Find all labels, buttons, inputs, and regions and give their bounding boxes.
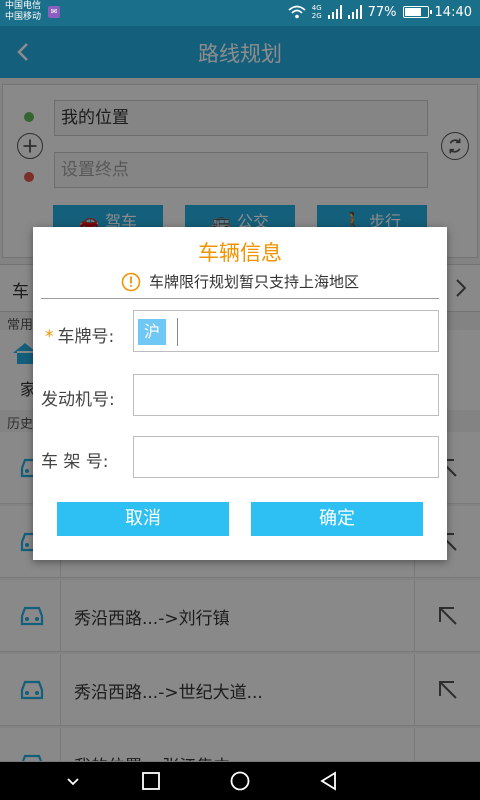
chevron-down-icon[interactable] (62, 770, 84, 792)
signal-icon-2 (347, 5, 362, 19)
plate-number-input[interactable]: 沪 (133, 310, 439, 352)
dialog-title: 车辆信息 (198, 241, 282, 265)
carrier-1: 中国电信 (5, 1, 42, 11)
home-nav-icon[interactable] (229, 770, 251, 792)
notice-text: 车牌限行规划暂只支持上海地区 (148, 273, 359, 291)
warning-icon (121, 272, 141, 291)
text-cursor (177, 318, 178, 346)
divider (41, 298, 439, 299)
frame-label: 车 架 号: (41, 452, 109, 472)
network-2: 2G (311, 12, 322, 20)
dialog-notice: 车牌限行规划暂只支持上海地区 (33, 271, 447, 292)
recents-icon[interactable] (140, 770, 162, 792)
plate-label-text: 车牌号: (57, 327, 115, 347)
notification-icon: ✉ (48, 6, 60, 18)
plate-prefix-selector[interactable]: 沪 (138, 319, 166, 345)
wifi-icon (288, 5, 306, 19)
battery-percent: 77% (367, 4, 397, 20)
carrier-2: 中国移动 (5, 12, 42, 22)
status-bar: 中国电信 中国移动 ✉ 4G 2G 77% 14:40 (0, 0, 480, 26)
status-right: 4G 2G 77% 14:40 (288, 4, 472, 20)
battery-fill (404, 8, 421, 16)
network-1: 4G (311, 4, 322, 12)
engine-number-input[interactable] (133, 374, 439, 416)
cancel-button[interactable]: 取消 (57, 502, 229, 536)
plate-label: * 车牌号: (45, 322, 114, 347)
carrier-info: 中国电信 中国移动 (5, 1, 41, 23)
system-nav-bar (0, 762, 480, 800)
back-nav-icon[interactable] (318, 770, 340, 792)
required-marker: * (45, 327, 54, 347)
clock: 14:40 (434, 4, 472, 20)
engine-label: 发动机号: (41, 390, 115, 410)
battery-icon (402, 6, 432, 18)
network-labels: 4G 2G (312, 4, 322, 20)
signal-icon (327, 5, 342, 19)
frame-number-input[interactable] (133, 436, 439, 478)
vehicle-info-dialog: 车辆信息 车牌限行规划暂只支持上海地区 * 车牌号: 沪 发动机号: 车 架 号:… (33, 227, 447, 560)
confirm-button[interactable]: 确定 (251, 502, 423, 536)
